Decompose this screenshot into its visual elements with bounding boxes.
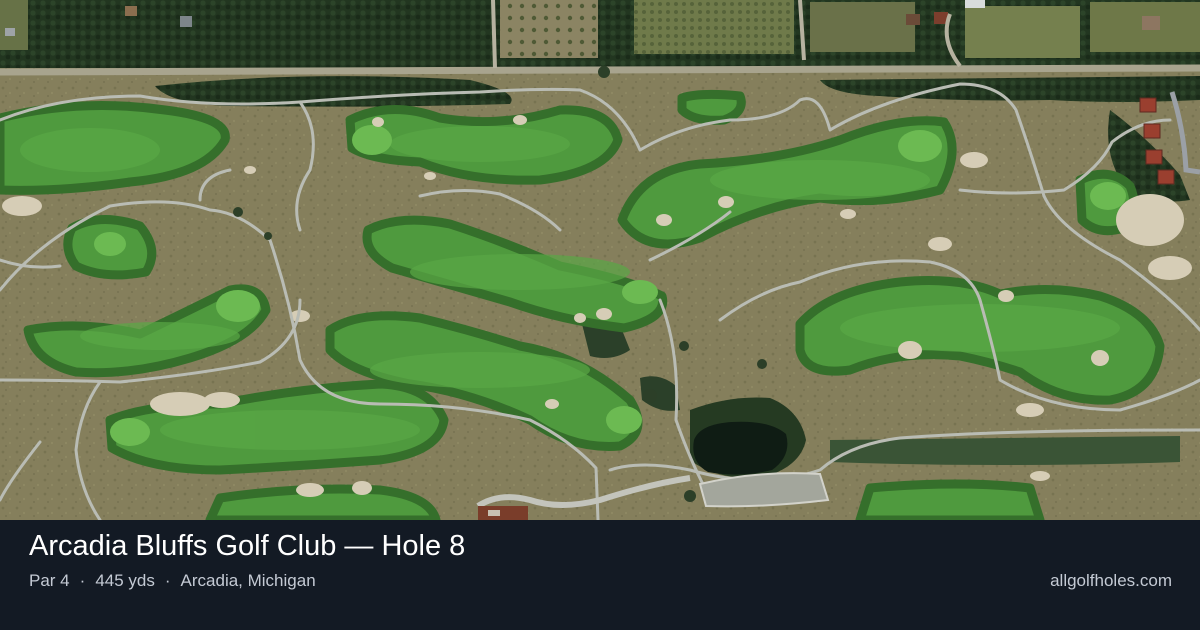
yardage-label: 445 yds: [95, 571, 155, 590]
hole-meta: Par 4 · 445 yds · Arcadia, Michigan: [29, 571, 316, 591]
hole-title: Arcadia Bluffs Golf Club — Hole 8: [29, 530, 466, 562]
par-label: Par 4: [29, 571, 70, 590]
north-tree-band: [0, 0, 1200, 68]
site-link[interactable]: allgolfholes.com: [1050, 571, 1172, 591]
fairway-k: [205, 484, 441, 520]
satellite-map: [0, 0, 1200, 520]
fairway-l: [855, 479, 1045, 520]
fairway-m: [677, 89, 746, 125]
location-label: Arcadia, Michigan: [180, 571, 316, 590]
pond: [693, 421, 788, 475]
meta-separator: ·: [79, 571, 86, 590]
meta-separator: ·: [164, 571, 171, 590]
hole-card: Arcadia Bluffs Golf Club — Hole 8 Par 4 ·…: [0, 0, 1200, 630]
